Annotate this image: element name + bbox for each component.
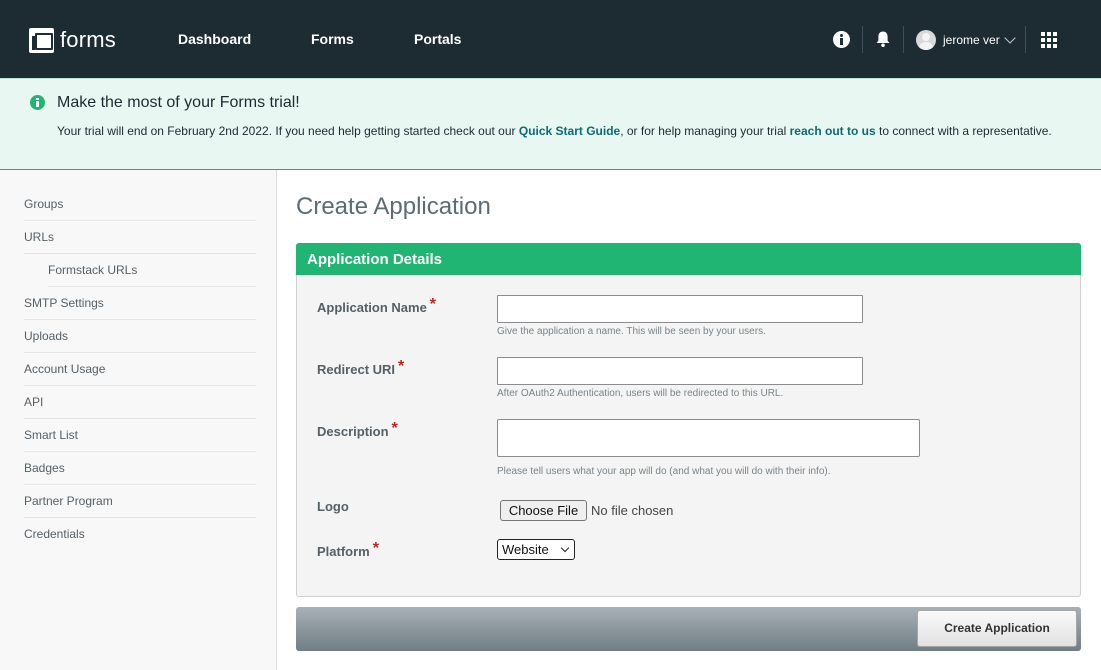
reach-out-link[interactable]: reach out to us	[790, 124, 876, 138]
sidebar-item-badges[interactable]: Badges	[24, 452, 256, 485]
nav-dashboard[interactable]: Dashboard	[178, 31, 251, 47]
trial-banner: Make the most of your Forms trial! Your …	[0, 78, 1101, 170]
panel-title: Application Details	[307, 251, 443, 268]
platform-label: Platform *	[317, 540, 379, 561]
required-marker: *	[429, 296, 437, 313]
forms-logo-icon	[29, 27, 54, 53]
application-name-label-text: Application Name	[317, 300, 427, 315]
user-menu-name[interactable]: jerome ver	[943, 33, 1000, 47]
bell-icon[interactable]	[875, 30, 891, 48]
file-status-text: No file chosen	[591, 503, 674, 518]
platform-selected-value: Website	[502, 542, 549, 557]
redirect-uri-label: Redirect URI *	[317, 358, 405, 379]
description-hint: Please tell users what your app will do …	[497, 466, 831, 477]
redirect-uri-hint: After OAuth2 Authentication, users will …	[497, 388, 784, 399]
sidebar-item-api[interactable]: API	[24, 386, 256, 419]
avatar[interactable]	[916, 30, 936, 50]
description-label: Description *	[317, 420, 398, 441]
redirect-uri-input[interactable]	[497, 357, 863, 385]
application-name-label: Application Name *	[317, 296, 437, 317]
sidebar-item-credentials[interactable]: Credentials	[24, 518, 256, 551]
banner-message: Your trial will end on February 2nd 2022…	[57, 122, 1057, 140]
logo-text: forms	[60, 27, 116, 52]
sidebar-item-smart-list[interactable]: Smart List	[24, 419, 256, 452]
divider	[862, 26, 863, 53]
sidebar-item-formstack-urls[interactable]: Formstack URLs	[48, 254, 256, 287]
forms-logo[interactable]: forms	[29, 27, 116, 53]
banner-text-part: , or for help managing your trial	[620, 124, 790, 138]
divider	[1025, 26, 1026, 53]
chevron-down-icon	[560, 543, 570, 553]
required-marker: *	[372, 540, 379, 557]
banner-title: Make the most of your Forms trial!	[57, 94, 300, 111]
panel-header: Application Details	[296, 243, 1081, 275]
logo-label: Logo	[317, 499, 349, 514]
create-application-button[interactable]: Create Application	[917, 610, 1077, 647]
description-textarea[interactable]	[497, 419, 920, 457]
choose-file-button[interactable]: Choose File	[500, 500, 587, 521]
required-marker: *	[398, 358, 405, 375]
top-navigation-bar: forms Dashboard Forms Portals jerome ver	[0, 0, 1101, 78]
page-title: Create Application	[296, 193, 491, 220]
sidebar-item-account-usage[interactable]: Account Usage	[24, 353, 256, 386]
description-label-text: Description	[317, 424, 389, 439]
divider	[903, 26, 904, 53]
platform-select[interactable]: Website	[497, 539, 575, 560]
nav-portals[interactable]: Portals	[414, 31, 461, 47]
sidebar-item-urls[interactable]: URLs	[24, 221, 256, 254]
quick-start-guide-link[interactable]: Quick Start Guide	[519, 124, 620, 138]
nav-forms[interactable]: Forms	[311, 31, 354, 47]
app-grid-icon[interactable]	[1041, 32, 1057, 48]
banner-text-part: to connect with a representative.	[875, 124, 1052, 138]
application-name-hint: Give the application a name. This will b…	[497, 326, 766, 337]
sidebar-item-uploads[interactable]: Uploads	[24, 320, 256, 353]
sidebar-item-smtp-settings[interactable]: SMTP Settings	[24, 287, 256, 320]
banner-text-part: Your trial will end on February 2nd 2022…	[57, 124, 519, 138]
sidebar-item-partner-program[interactable]: Partner Program	[24, 485, 256, 518]
redirect-uri-label-text: Redirect URI	[317, 362, 396, 377]
info-icon	[30, 95, 45, 110]
sidebar: Groups URLs Formstack URLs SMTP Settings…	[0, 170, 277, 670]
sidebar-item-groups[interactable]: Groups	[24, 188, 256, 221]
platform-label-text: Platform	[317, 544, 370, 559]
chevron-down-icon[interactable]	[1004, 32, 1016, 44]
required-marker: *	[391, 420, 398, 437]
info-icon[interactable]	[833, 31, 850, 48]
application-name-input[interactable]	[497, 295, 863, 323]
